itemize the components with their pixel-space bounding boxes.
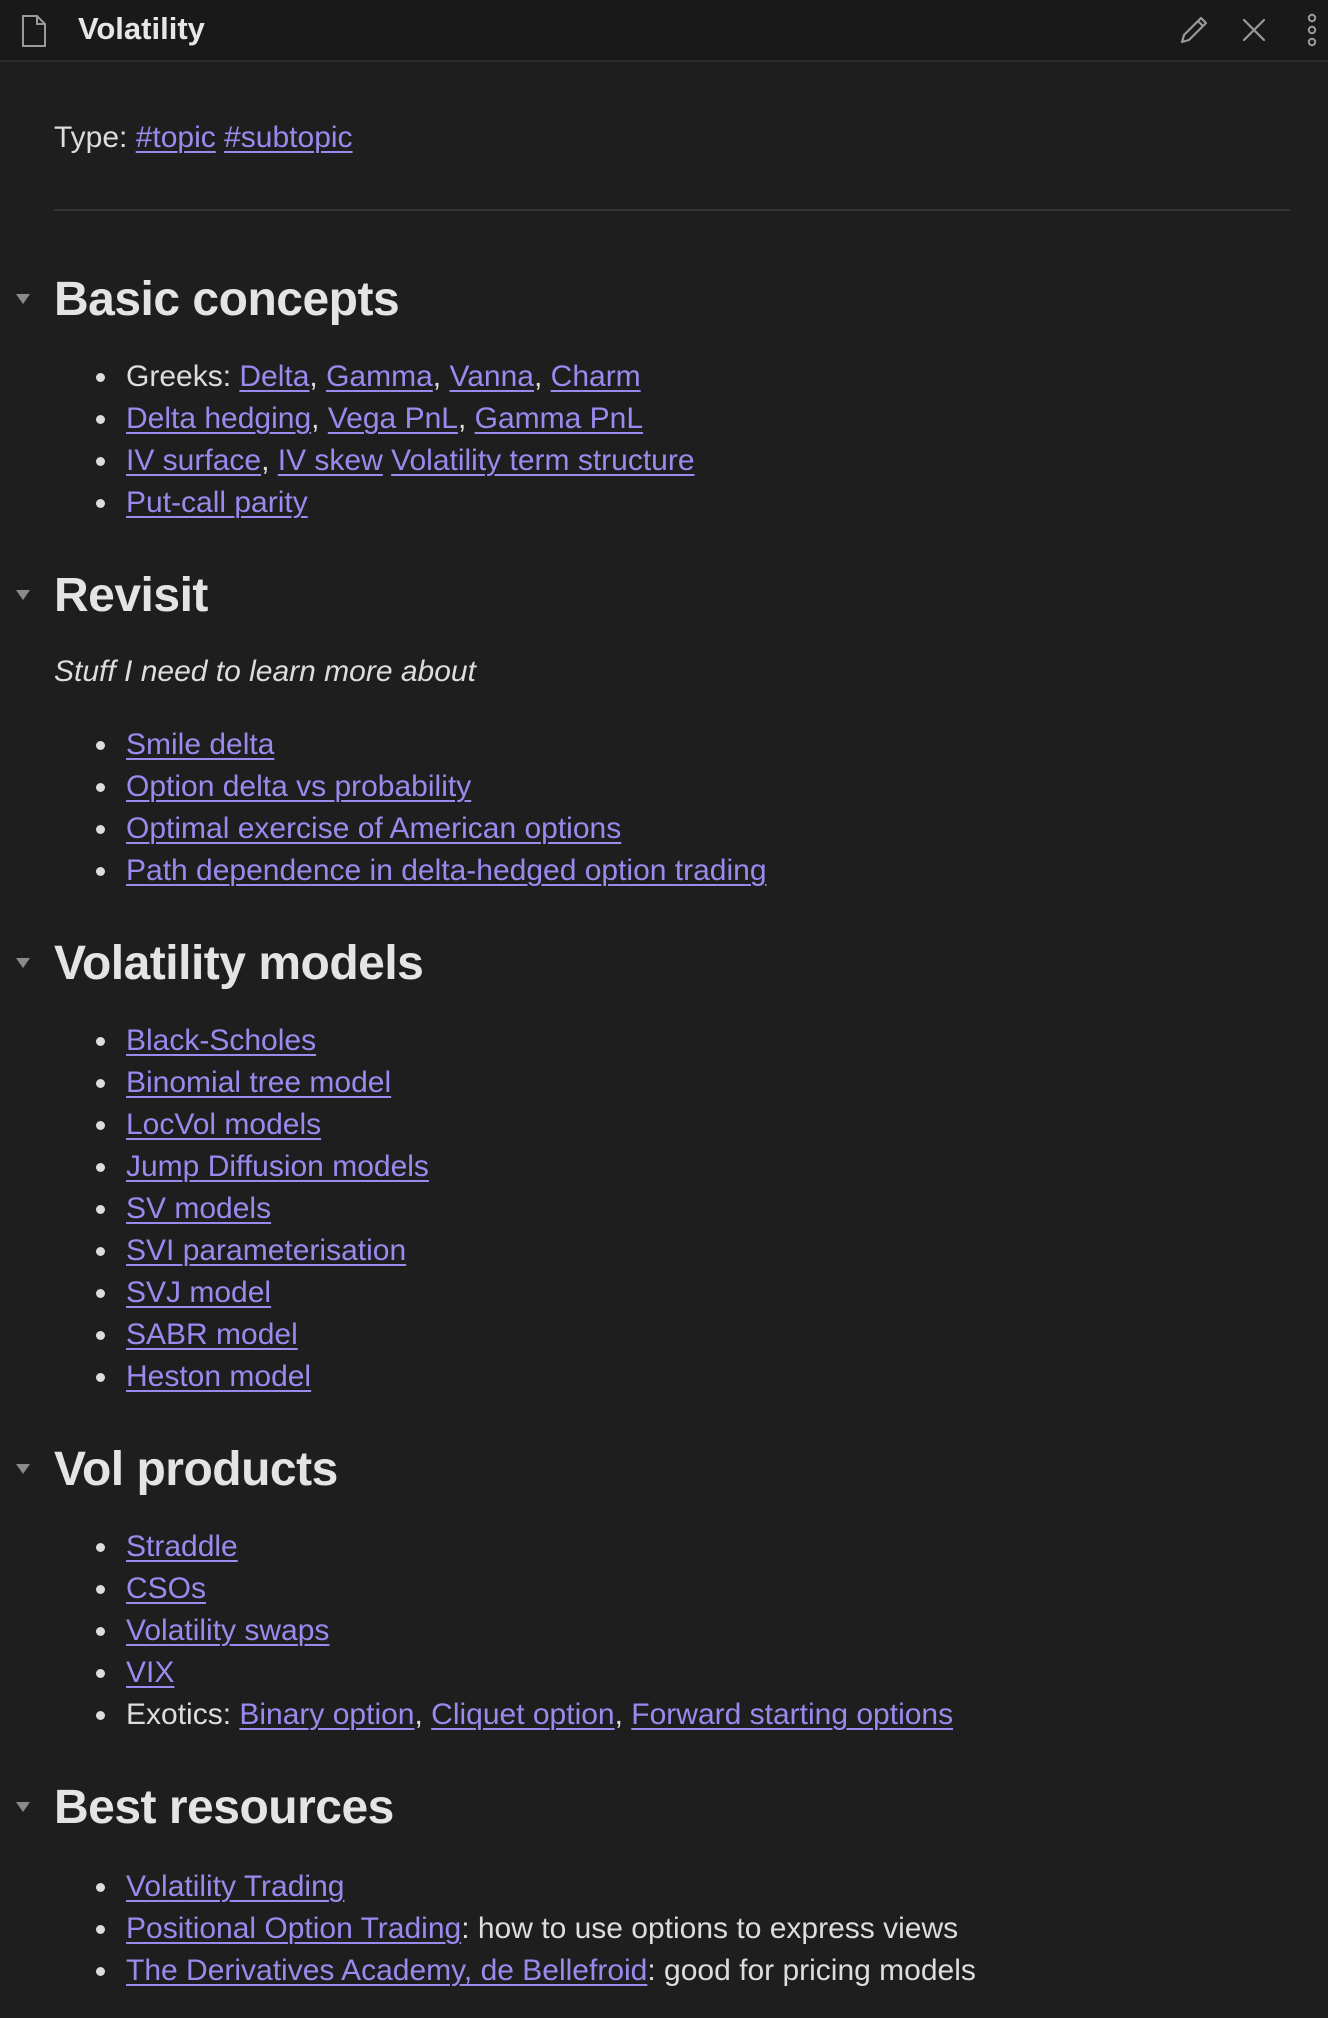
link-jump-diffusion[interactable]: Jump Diffusion models	[126, 1150, 429, 1183]
link-gamma-pnl[interactable]: Gamma PnL	[475, 402, 643, 435]
link-optimal-exercise[interactable]: Optimal exercise of American options	[126, 812, 621, 845]
link-derivatives-academy[interactable]: The Derivatives Academy, de Bellefroid	[126, 1954, 647, 1987]
list-item: Exotics: Binary option, Cliquet option, …	[0, 1694, 953, 1736]
models-list: Black-Scholes Binomial tree model LocVol…	[0, 1020, 429, 1398]
list-item: Smile delta	[0, 724, 767, 766]
link-locvol[interactable]: LocVol models	[126, 1108, 321, 1141]
resources-list: Volatility Trading Positional Option Tra…	[0, 1866, 976, 1992]
list-item: Greeks: Delta, Gamma, Vanna, Charm	[0, 356, 695, 398]
pencil-icon[interactable]	[1176, 12, 1212, 48]
list-item: IV surface, IV skew Volatility term stru…	[0, 440, 695, 482]
list-item: Black-Scholes	[0, 1020, 429, 1062]
type-label: Type:	[54, 121, 128, 154]
resource-note: : good for pricing models	[647, 1954, 976, 1987]
close-icon[interactable]	[1236, 12, 1272, 48]
basic-concepts-list: Greeks: Delta, Gamma, Vanna, Charm Delta…	[0, 356, 695, 524]
greeks-label: Greeks:	[126, 360, 232, 393]
link-vega-pnl[interactable]: Vega PnL	[328, 402, 458, 435]
list-item: Volatility Trading	[0, 1866, 976, 1908]
tag-topic[interactable]: #topic	[136, 121, 216, 154]
list-item: Straddle	[0, 1526, 953, 1568]
link-binomial-tree[interactable]: Binomial tree model	[126, 1066, 391, 1099]
resource-note: : how to use options to express views	[461, 1912, 959, 1945]
link-forward-starting-options[interactable]: Forward starting options	[631, 1698, 953, 1731]
list-item: CSOs	[0, 1568, 953, 1610]
link-heston[interactable]: Heston model	[126, 1360, 311, 1393]
link-svi[interactable]: SVI parameterisation	[126, 1234, 406, 1267]
collapse-arrow-icon[interactable]	[16, 958, 30, 968]
link-charm[interactable]: Charm	[551, 360, 641, 393]
type-line: Type: #topic #subtopic	[54, 120, 353, 156]
collapse-arrow-icon[interactable]	[16, 1802, 30, 1812]
link-gamma[interactable]: Gamma	[326, 360, 433, 393]
list-item: Volatility swaps	[0, 1610, 953, 1652]
link-option-delta-vs-probability[interactable]: Option delta vs probability	[126, 770, 471, 803]
list-item: Binomial tree model	[0, 1062, 429, 1104]
heading-basic-concepts: Basic concepts	[54, 273, 400, 326]
link-iv-skew[interactable]: IV skew	[278, 444, 383, 477]
note-title: Volatility	[78, 11, 205, 46]
link-iv-surface[interactable]: IV surface	[126, 444, 261, 477]
link-vanna[interactable]: Vanna	[449, 360, 534, 393]
link-svj[interactable]: SVJ model	[126, 1276, 271, 1309]
list-item: Option delta vs probability	[0, 766, 767, 808]
collapse-arrow-icon[interactable]	[16, 1464, 30, 1474]
heading-revisit: Revisit	[54, 569, 208, 622]
heading-vol-products: Vol products	[54, 1443, 338, 1496]
list-item: Heston model	[0, 1356, 429, 1398]
more-vertical-icon[interactable]	[1302, 12, 1322, 48]
link-black-scholes[interactable]: Black-Scholes	[126, 1024, 316, 1057]
collapse-arrow-icon[interactable]	[16, 590, 30, 600]
link-cliquet-option[interactable]: Cliquet option	[431, 1698, 614, 1731]
link-binary-option[interactable]: Binary option	[239, 1698, 414, 1731]
list-item: LocVol models	[0, 1104, 429, 1146]
list-item: Positional Option Trading: how to use op…	[0, 1908, 976, 1950]
products-list: Straddle CSOs Volatility swaps VIX Exoti…	[0, 1526, 953, 1736]
list-item: Optimal exercise of American options	[0, 808, 767, 850]
exotics-label: Exotics:	[126, 1698, 232, 1731]
list-item: Put-call parity	[0, 482, 695, 524]
list-item: VIX	[0, 1652, 953, 1694]
collapse-arrow-icon[interactable]	[16, 294, 30, 304]
revisit-list: Smile delta Option delta vs probability …	[0, 724, 767, 892]
horizontal-rule	[54, 209, 1290, 211]
link-csos[interactable]: CSOs	[126, 1572, 206, 1605]
list-item: SVJ model	[0, 1272, 429, 1314]
list-item: Delta hedging, Vega PnL, Gamma PnL	[0, 398, 695, 440]
link-put-call-parity[interactable]: Put-call parity	[126, 486, 308, 519]
link-sv-models[interactable]: SV models	[126, 1192, 271, 1225]
link-sabr[interactable]: SABR model	[126, 1318, 298, 1351]
link-straddle[interactable]: Straddle	[126, 1530, 238, 1563]
heading-best-resources: Best resources	[54, 1781, 394, 1834]
list-item: SABR model	[0, 1314, 429, 1356]
link-vix[interactable]: VIX	[126, 1656, 174, 1689]
tag-subtopic[interactable]: #subtopic	[224, 121, 352, 154]
list-item: Path dependence in delta-hedged option t…	[0, 850, 767, 892]
link-positional-option-trading[interactable]: Positional Option Trading	[126, 1912, 461, 1945]
link-vol-term-structure[interactable]: Volatility term structure	[391, 444, 694, 477]
link-volatility-swaps[interactable]: Volatility swaps	[126, 1614, 329, 1647]
heading-volatility-models: Volatility models	[54, 937, 424, 990]
list-item: The Derivatives Academy, de Bellefroid: …	[0, 1950, 976, 1992]
title-bar: Volatility	[0, 0, 1328, 62]
link-delta[interactable]: Delta	[239, 360, 309, 393]
list-item: SV models	[0, 1188, 429, 1230]
link-delta-hedging[interactable]: Delta hedging	[126, 402, 311, 435]
link-path-dependence[interactable]: Path dependence in delta-hedged option t…	[126, 854, 767, 887]
revisit-subtitle: Stuff I need to learn more about	[54, 655, 476, 688]
link-smile-delta[interactable]: Smile delta	[126, 728, 274, 761]
list-item: Jump Diffusion models	[0, 1146, 429, 1188]
link-volatility-trading[interactable]: Volatility Trading	[126, 1870, 344, 1903]
file-icon	[22, 15, 46, 47]
list-item: SVI parameterisation	[0, 1230, 429, 1272]
